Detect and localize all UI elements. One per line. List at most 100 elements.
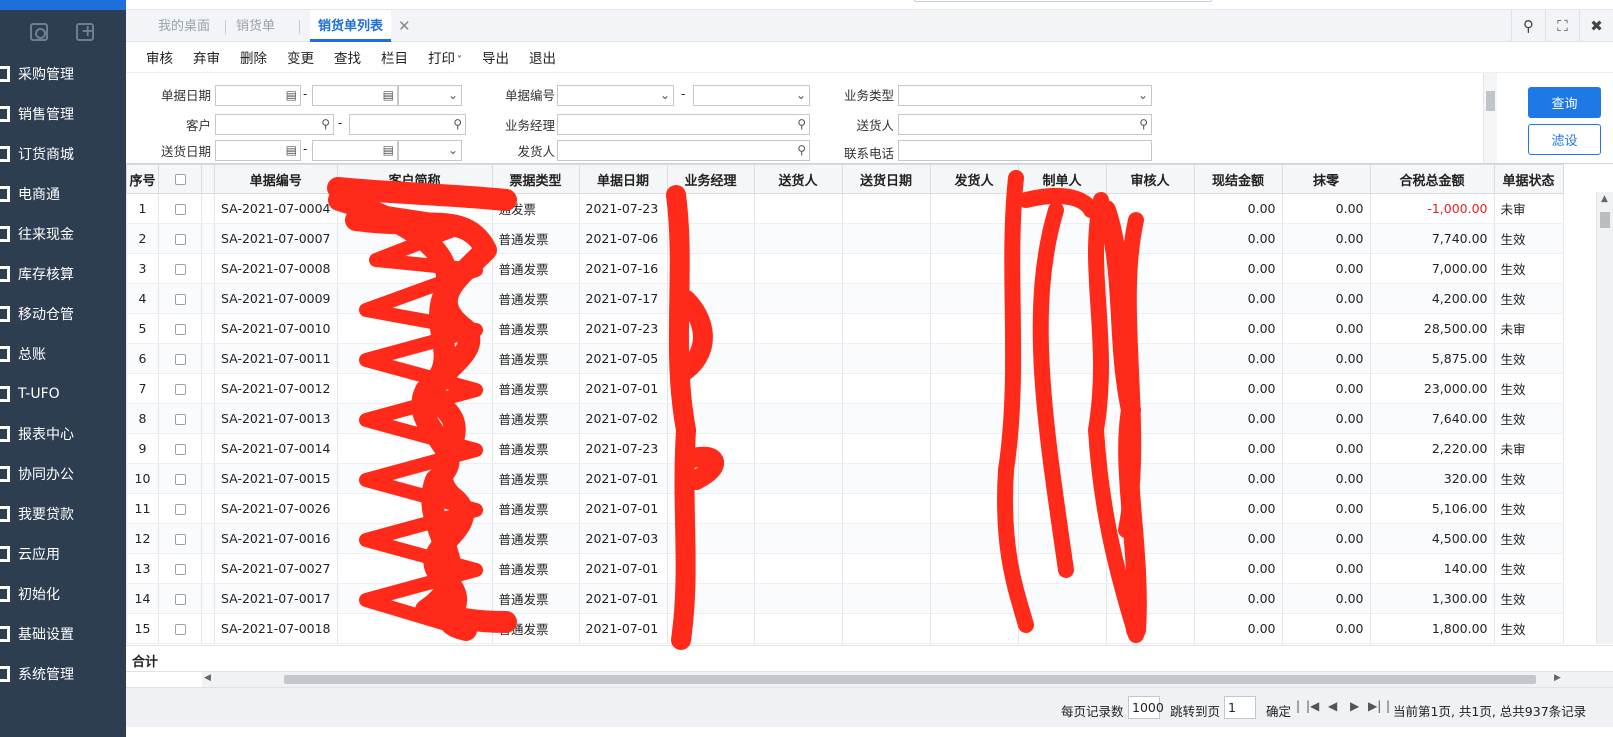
sidebar-item[interactable]: 报表中心 [0,414,126,454]
checkbox[interactable] [174,504,186,515]
table-row[interactable]: 9 SA-2021-07-0014 普通发票 2021-07-23 0.00 0.00 2,… [126,433,1564,464]
checkbox[interactable] [174,234,186,245]
sidebar-item[interactable]: 移动仓管 [0,294,126,334]
checkbox[interactable] [174,594,186,605]
doc-no-to-select[interactable]: ⌄ [693,85,810,106]
table-row[interactable]: 10 SA-2021-07-0015 普通发票 2021-07-01 0.00 0.00 3… [126,463,1564,494]
column-header[interactable]: 合税总金额 [1369,164,1495,194]
column-header[interactable]: 序号 [126,164,159,194]
column-header[interactable]: 审核人 [1105,164,1195,194]
table-row[interactable]: 15 SA-2021-07-0018 普通发票 2021-07-01 0.00 0.00 1… [126,613,1564,644]
checkbox[interactable] [174,384,186,395]
sidebar-item[interactable]: 库存核算 [0,254,126,294]
tab-sales-order[interactable]: 销货单 [236,10,275,42]
toolbar-button[interactable]: 打印 ˅ [428,47,462,67]
filter-scrollbar[interactable] [1483,73,1497,163]
add-doc-icon[interactable] [76,21,94,41]
column-header[interactable]: 单据状态 [1493,164,1564,194]
toolbar-button[interactable]: 审核 [146,47,173,67]
grid-vertical-scrollbar[interactable]: ▲ [1596,192,1613,644]
table-row[interactable]: 4 SA-2021-07-0009 普通发票 2021-07-17 0.00 0.00 4,… [126,283,1564,314]
column-header[interactable]: 制单人 [1017,164,1107,194]
checkbox[interactable] [174,204,186,215]
delivery-date-from[interactable]: ▤ [215,140,301,161]
sidebar-item[interactable]: 初始化 [0,574,126,614]
table-row[interactable]: 2 SA-2021-07-0007 普通发票 2021-07-06 0.00 0.00 7,… [126,223,1564,254]
doc-date-from[interactable]: ▤ [215,85,301,106]
fullscreen-icon[interactable]: ⛶ [1545,10,1579,42]
checkbox[interactable] [174,264,186,275]
delivery-date-to[interactable]: ▤ [312,140,398,161]
scroll-thumb[interactable] [1486,91,1495,111]
deliverer-input[interactable]: ⚲ [898,114,1152,135]
table-row[interactable]: 8 SA-2021-07-0013 普通发票 2021-07-02 0.00 0.00 7,… [126,403,1564,434]
sidebar-item[interactable]: 往来现金 [0,214,126,254]
table-row[interactable]: 13 SA-2021-07-0027 普通发票 2021-07-01 0.00 0.00 1… [126,553,1564,584]
calendar-icon[interactable]: ▤ [383,143,394,157]
table-row[interactable]: 11 SA-2021-07-0026 普通发票 2021-07-01 0.00 0.00 5… [126,493,1564,524]
confirm-button[interactable]: 确定 [1266,701,1291,720]
first-page-icon[interactable]: |◀ [1306,699,1319,713]
prev-page-icon[interactable]: ◀ [1328,699,1337,713]
scroll-left-icon[interactable]: ◀ [204,673,211,683]
last-page-icon[interactable]: ▶| [1368,699,1381,713]
toolbar-button[interactable]: 变更 [287,47,314,67]
search-icon[interactable]: ⚲ [1511,10,1545,42]
table-row[interactable]: 5 SA-2021-07-0010 普通发票 2021-07-23 0.00 0.00 28… [126,313,1564,344]
toolbar-button[interactable]: 弃审 [193,47,220,67]
checkbox[interactable] [174,354,186,365]
calendar-icon[interactable]: ▤ [286,143,297,157]
sidebar-item[interactable]: 云应用 [0,534,126,574]
tab-desktop[interactable]: 我的桌面 [158,10,210,42]
column-header[interactable]: 发货人 [929,164,1019,194]
search-icon[interactable]: ⚲ [453,117,462,131]
column-header[interactable]: 现结金额 [1193,164,1283,194]
customer-from-input[interactable]: ⚲ [215,114,334,135]
manager-input[interactable]: ⚲ [557,114,810,135]
table-row[interactable]: 6 SA-2021-07-0011 普通发票 2021-07-05 0.00 0.00 5,… [126,343,1564,374]
column-header[interactable]: 单据日期 [578,164,668,194]
checkbox[interactable] [174,474,186,485]
calendar-icon[interactable]: ▤ [286,88,297,102]
delivery-date-preset-select[interactable]: ⌄ [398,140,462,161]
sidebar-item[interactable]: 协同办公 [0,454,126,494]
column-header[interactable]: 送货日期 [841,164,931,194]
customer-to-input[interactable]: ⚲ [349,114,466,135]
column-header[interactable]: 业务经理 [666,164,755,194]
sidebar-item[interactable]: 采购管理 [0,54,126,94]
sidebar-item[interactable]: 订货商城 [0,134,126,174]
next-page-icon[interactable]: ▶ [1350,699,1359,713]
checkbox[interactable] [174,534,186,545]
checkbox[interactable] [174,294,186,305]
person-search-icon[interactable]: ⚲ [1139,117,1148,131]
close-icon[interactable]: ✕ [398,10,411,42]
biz-type-select[interactable]: ⌄ [898,85,1152,106]
table-row[interactable]: 7 SA-2021-07-0012 普通发票 2021-07-01 0.00 0.00 23… [126,373,1564,404]
sidebar-item[interactable]: 销售管理 [0,94,126,134]
column-header[interactable]: 客户简称 [336,164,493,194]
sidebar-item[interactable]: 我要贷款 [0,494,126,534]
toolbar-button[interactable]: 删除 [240,47,267,67]
select-all-checkbox[interactable] [158,164,202,194]
tab-sales-order-list[interactable]: 销货单列表 [310,10,392,42]
person-search-icon[interactable]: ⚲ [797,117,806,131]
sidebar-item[interactable]: 总账 [0,334,126,374]
query-button[interactable]: 查询 [1528,87,1601,118]
global-search-input[interactable] [914,0,1212,2]
scroll-up-icon[interactable]: ▲ [1601,194,1608,204]
sidebar-item[interactable]: T-UFO [0,374,126,414]
checkbox[interactable] [174,414,186,425]
grid-horizontal-scrollbar[interactable]: ◀ ▶ [202,672,1613,687]
goto-page-input[interactable]: 1 [1224,696,1256,719]
sidebar-item[interactable]: 基础设置 [0,614,126,654]
toolbar-button[interactable]: 退出 [529,47,556,67]
scroll-thumb[interactable] [284,675,1536,684]
doc-no-from-select[interactable]: ⌄ [557,85,674,106]
checkbox[interactable] [174,444,186,455]
checkbox[interactable] [174,324,186,335]
doc-date-preset-select[interactable]: ⌄ [398,85,462,106]
person-search-icon[interactable]: ⚲ [797,143,806,157]
table-row[interactable]: 14 SA-2021-07-0017 普通发票 2021-07-01 0.00 0.00 1… [126,583,1564,614]
checkbox[interactable] [174,564,186,575]
table-row[interactable]: 1 SA-2021-07-0004 通发票 2021-07-23 0.00 0.00 -1,… [126,193,1564,224]
